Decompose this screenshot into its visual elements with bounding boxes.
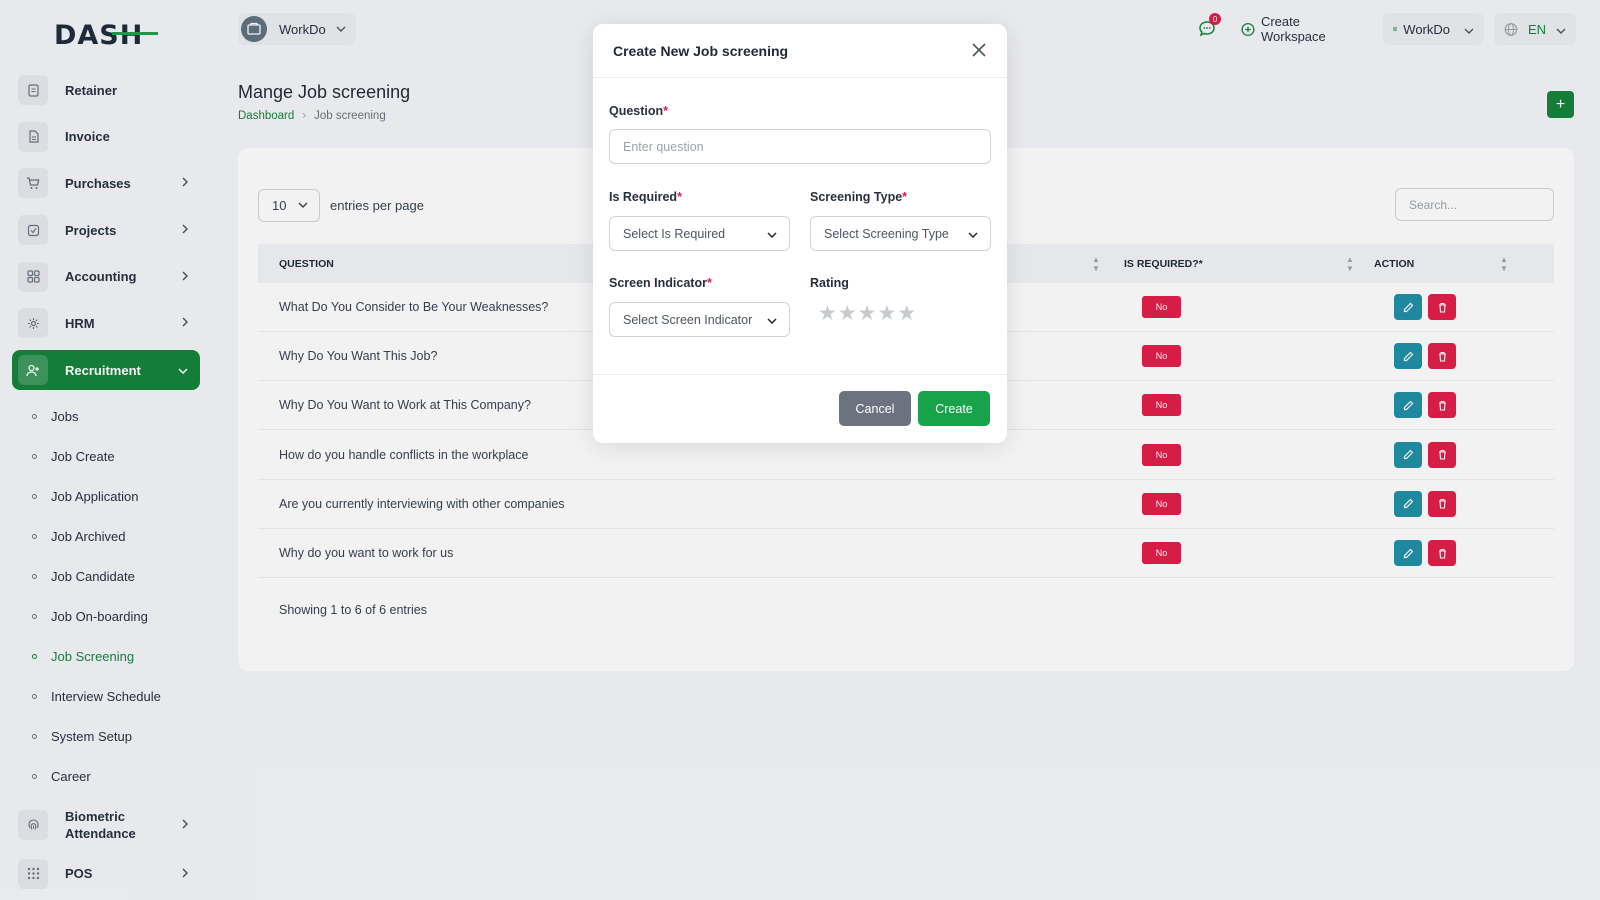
question-input[interactable]: Enter question (609, 129, 991, 164)
star-icon[interactable]: ★ (818, 303, 837, 325)
rating-label: Rating (810, 276, 849, 290)
question-label: Question* (609, 104, 669, 118)
star-icon[interactable]: ★ (897, 303, 916, 325)
screen-indicator-value: Select Screen Indicator (623, 312, 753, 327)
screen-indicator-select[interactable]: Select Screen Indicator (609, 302, 790, 337)
star-icon[interactable]: ★ (838, 303, 857, 325)
screening-type-label: Screening Type* (810, 190, 908, 204)
screen-indicator-label: Screen Indicator* (609, 276, 712, 290)
screening-type-select[interactable]: Select Screening Type (810, 216, 991, 251)
create-button[interactable]: Create (918, 391, 990, 426)
close-icon[interactable] (969, 40, 989, 60)
is-required-select[interactable]: Select Is Required (609, 216, 790, 251)
is-required-value: Select Is Required (623, 226, 726, 241)
chevron-down-icon (968, 227, 978, 241)
modal-footer: Cancel Create (593, 374, 1007, 443)
rating-stars[interactable]: ★ ★ ★ ★ ★ (818, 303, 916, 325)
star-icon[interactable]: ★ (858, 303, 877, 325)
chevron-down-icon (767, 227, 777, 241)
screening-type-value: Select Screening Type (824, 226, 949, 241)
modal-title: Create New Job screening (613, 42, 789, 59)
create-job-screening-modal: Create New Job screening Question* Enter… (593, 24, 1007, 443)
cancel-button[interactable]: Cancel (839, 391, 911, 426)
is-required-label: Is Required* (609, 190, 682, 204)
modal-header: Create New Job screening (593, 24, 1007, 78)
star-icon[interactable]: ★ (877, 303, 896, 325)
chevron-down-icon (767, 313, 777, 327)
